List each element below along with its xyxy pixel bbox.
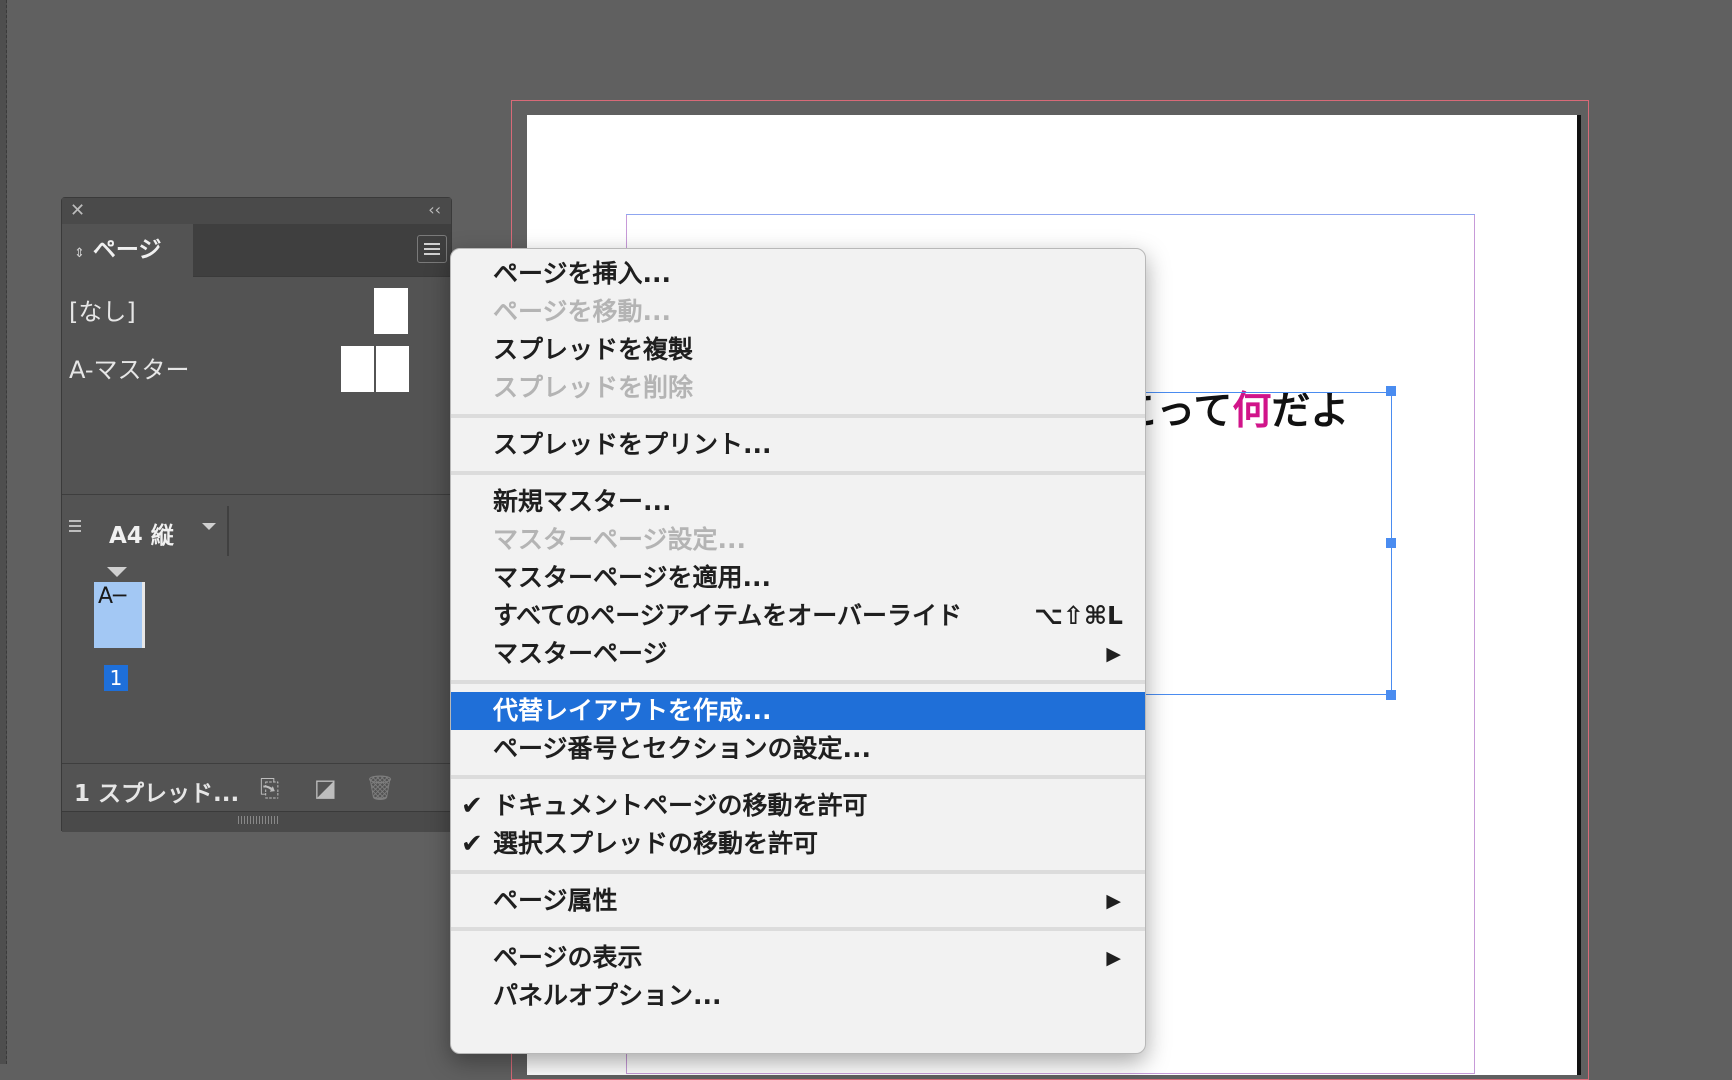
menu-separator (451, 870, 1145, 874)
checkmark-icon: ✔ (461, 791, 483, 821)
new-page-icon[interactable]: ◪ (314, 774, 337, 802)
size-separator (227, 506, 229, 556)
menu-item: ページを移動... (451, 293, 1145, 331)
master-a-thumb-left[interactable] (341, 346, 374, 392)
close-icon[interactable]: ✕ (70, 200, 85, 221)
menu-item: マスターページ設定... (451, 521, 1145, 559)
checkmark-icon: ✔ (461, 829, 483, 859)
menu-item-label: ページを移動... (493, 297, 671, 326)
menu-separator (451, 680, 1145, 684)
menu-item-label: パネルオプション... (493, 981, 722, 1010)
menu-item-shortcut: ⌥⇧⌘L (1034, 601, 1123, 630)
margin-guide-top (626, 214, 1475, 215)
menu-item[interactable]: ページ番号とセクションの設定... (451, 730, 1145, 768)
menu-item-label: マスターページ (493, 639, 668, 668)
menu-item[interactable]: 代替レイアウトを作成... (451, 692, 1145, 730)
pages-panel: ✕ ‹‹ ⇕ ページ [なし] A-マスター A4 縦 A─ 1 1 スプレッド.… (61, 197, 452, 832)
menu-item: スプレッドを削除 (451, 369, 1145, 407)
tab-pages-label: ページ (92, 237, 162, 263)
menu-item-label: ページ属性 (493, 886, 618, 915)
menu-item[interactable]: スプレッドをプリント... (451, 426, 1145, 464)
panel-footer: 1 スプレッド... ⎘ ◪ 🗑 (62, 763, 451, 811)
list-icon (69, 520, 81, 536)
menu-item[interactable]: マスターページを適用... (451, 559, 1145, 597)
chevron-down-icon[interactable] (202, 523, 216, 530)
master-a-label[interactable]: A-マスター (69, 350, 190, 385)
menu-item-label: ページ番号とセクションの設定... (493, 734, 871, 763)
page-number[interactable]: 1 (104, 665, 128, 691)
frame-handle-bottom-right[interactable] (1386, 690, 1396, 700)
menu-item-label: 新規マスター... (493, 487, 672, 516)
menu-item[interactable]: ページを挿入... (451, 255, 1145, 293)
menu-item[interactable]: マスターページ ▶ (451, 635, 1145, 673)
collapse-icon[interactable]: ‹‹ (428, 200, 441, 219)
master-none-thumb[interactable] (374, 288, 408, 334)
menu-separator (451, 471, 1145, 475)
menu-separator (451, 775, 1145, 779)
menu-item[interactable]: ページ属性 ▶ (451, 882, 1145, 920)
page-size-label[interactable]: A4 縦 (109, 516, 174, 550)
master-a-thumb-right[interactable] (376, 346, 409, 392)
pages-panel-context-menu: ページを挿入... ページを移動... スプレッドを複製 スプレッドを削除スプレッドを… (450, 248, 1146, 1054)
master-none-label[interactable]: [なし] (69, 292, 136, 327)
menu-separator (451, 927, 1145, 931)
panel-divider (62, 494, 451, 495)
menu-item-label: すべてのページアイテムをオーバーライド (493, 601, 963, 630)
menu-separator (451, 414, 1145, 418)
menu-item-label: 選択スプレッドの移動を許可 (493, 829, 819, 858)
menu-item-label: マスターページ設定... (493, 525, 746, 554)
edit-page-size-icon[interactable]: ⎘ (260, 774, 279, 802)
page-insert-caret (107, 567, 127, 577)
delete-page-icon[interactable]: 🗑 (365, 774, 395, 802)
page-thumbnail[interactable]: A─ (94, 582, 145, 648)
workspace-edge (0, 0, 7, 1064)
menu-item-label: ページを挿入... (493, 259, 671, 288)
menu-item-label: スプレッドをプリント... (493, 430, 772, 459)
menu-item-label: スプレッドを削除 (493, 373, 694, 402)
menu-item[interactable]: すべてのページアイテムをオーバーライド ⌥⇧⌘L (451, 597, 1145, 635)
spread-count: 1 スプレッド... (74, 781, 240, 807)
menu-item[interactable]: スプレッドを複製 (451, 331, 1145, 369)
menu-item-label: スプレッドを複製 (493, 335, 694, 364)
submenu-arrow-icon: ▶ (1106, 890, 1121, 912)
submenu-arrow-icon: ▶ (1106, 947, 1121, 969)
menu-item[interactable]: パネルオプション... (451, 977, 1145, 1015)
panel-menu-button[interactable] (417, 235, 447, 263)
frame-handle-top-right[interactable] (1386, 386, 1396, 396)
panel-titlebar[interactable]: ✕ ‹‹ (62, 198, 451, 225)
menu-item-label: 代替レイアウトを作成... (493, 696, 772, 725)
menu-item[interactable]: ページの表示 ▶ (451, 939, 1145, 977)
panel-resize-grip[interactable] (62, 811, 451, 832)
submenu-arrow-icon: ▶ (1106, 643, 1121, 665)
page-thumb-master-label: A─ (98, 584, 127, 609)
menu-item[interactable]: ✔ ドキュメントページの移動を許可 (451, 787, 1145, 825)
menu-item-label: ページの表示 (493, 943, 643, 972)
tab-pages[interactable]: ⇕ ページ (62, 224, 193, 277)
menu-item-label: ドキュメントページの移動を許可 (493, 791, 868, 820)
menu-item[interactable]: 新規マスター... (451, 483, 1145, 521)
menu-item-label: マスターページを適用... (493, 563, 771, 592)
frame-handle-right[interactable] (1386, 538, 1396, 548)
tab-updown-icon: ⇕ (74, 246, 85, 261)
menu-item[interactable]: ✔ 選択スプレッドの移動を許可 (451, 825, 1145, 863)
panel-tabbar: ⇕ ページ (62, 224, 451, 277)
